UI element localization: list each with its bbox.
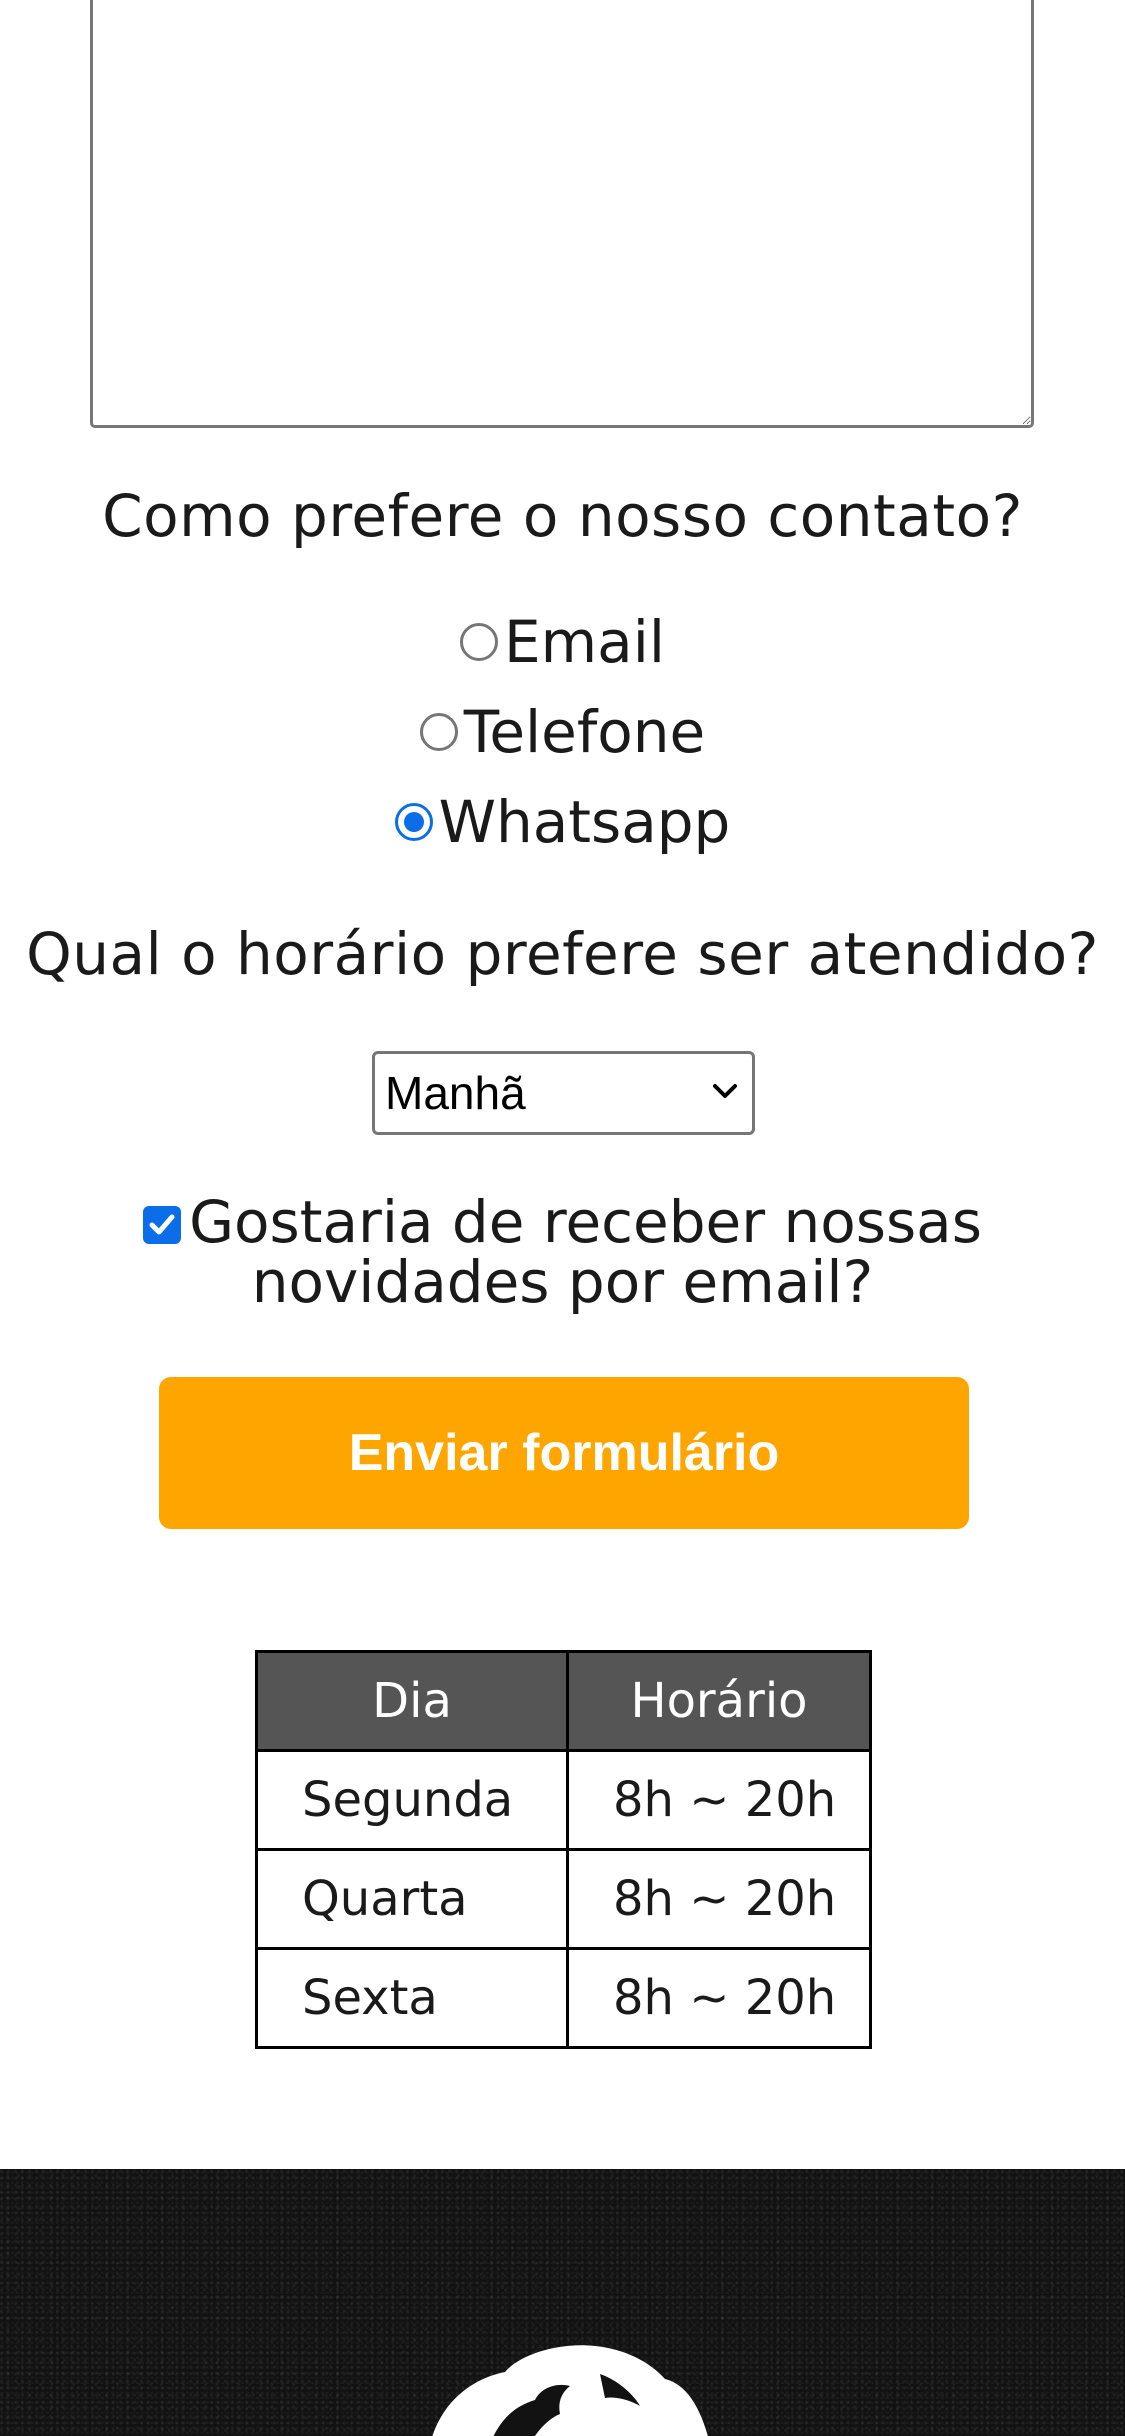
radio-label-telefone: Telefone [463,698,706,766]
radio-email[interactable] [460,623,499,661]
radio-label-email: Email [504,608,665,676]
site-footer [0,2169,1125,2436]
table-header-day: Dia [255,1650,569,1752]
contact-preference-question: Como prefere o nosso contato? [102,482,1023,550]
newsletter-label-line1: Gostaria de receber nossas [189,1188,982,1256]
radio-telefone[interactable] [419,713,458,751]
table-cell-time: 8h ~ 20h [566,1947,872,2049]
radio-label-whatsapp: Whatsapp [438,788,731,856]
table-cell-day: Sexta [255,1947,569,2049]
message-textarea[interactable] [90,0,1034,428]
newsletter-label-line2: novidades por email? [251,1248,874,1316]
chevron-down-icon [713,1084,737,1098]
newsletter-checkbox[interactable] [143,1206,182,1244]
schedule-select-value: Manhã [385,1067,526,1119]
table-row: Sexta 8h ~ 20h [255,1947,872,2049]
submit-button[interactable]: Enviar formulário [159,1377,969,1529]
table-header-time: Horário [566,1650,872,1752]
newsletter-optin[interactable]: Gostaria de receber nossas novidades por… [0,1192,1125,1312]
schedule-select[interactable]: Manhã [372,1051,755,1135]
table-cell-day: Quarta [255,1848,569,1950]
face-logo-icon [432,2345,708,2436]
table-row: Quarta 8h ~ 20h [255,1848,872,1950]
radio-option-whatsapp[interactable]: Whatsapp [0,782,1125,862]
table-header-row: Dia Horário [255,1650,872,1752]
table-row: Segunda 8h ~ 20h [255,1749,872,1851]
hours-table: Dia Horário Segunda 8h ~ 20h Quarta 8h ~… [255,1650,872,2049]
radio-option-telefone[interactable]: Telefone [0,692,1125,772]
table-cell-time: 8h ~ 20h [566,1749,872,1851]
radio-option-email[interactable]: Email [0,602,1125,682]
table-cell-day: Segunda [255,1749,569,1851]
table-cell-time: 8h ~ 20h [566,1848,872,1950]
radio-whatsapp[interactable] [394,803,433,841]
schedule-question: Qual o horário prefere ser atendido? [26,920,1099,988]
checkmark-icon [149,1214,175,1235]
